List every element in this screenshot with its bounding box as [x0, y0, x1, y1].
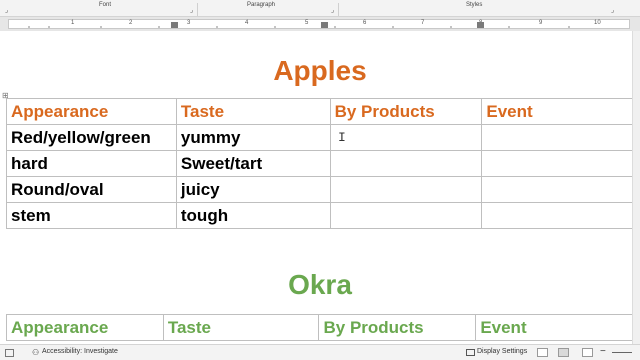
table-cell[interactable] [481, 124, 633, 151]
print-layout-view-icon[interactable] [558, 348, 569, 357]
header-by-products[interactable]: By Products [329, 98, 483, 125]
ribbon-group-labels: ⌟ Font ⌟ Paragraph ⌟ Styles ⌟ [0, 0, 640, 17]
proofing-icon[interactable] [5, 349, 14, 357]
header-event[interactable]: Event [475, 314, 633, 341]
vertical-scrollbar[interactable] [632, 31, 640, 344]
table-cell[interactable]: Round/oval [6, 176, 177, 203]
styles-dialog-launcher-icon[interactable]: ⌟ [609, 7, 616, 14]
header-appearance[interactable]: Appearance [6, 314, 164, 341]
horizontal-ruler-area: 1 2 3 4 5 6 7 8 9 10 [0, 17, 640, 31]
text-cursor-icon: I [338, 130, 346, 145]
zoom-slider[interactable] [612, 352, 632, 353]
table-cell[interactable] [329, 124, 483, 151]
column-marker-icon[interactable] [321, 22, 328, 28]
zoom-out-icon[interactable]: − [600, 346, 606, 357]
horizontal-ruler[interactable]: 1 2 3 4 5 6 7 8 9 10 [8, 19, 630, 29]
table-header-row: Appearance Taste By Products Event [6, 314, 633, 341]
ribbon-separator [338, 3, 339, 16]
apples-table[interactable]: Appearance Taste By Products Event Red/y… [6, 98, 633, 229]
dialog-launcher-icon[interactable]: ⌟ [3, 7, 10, 14]
table-row: stem tough [6, 202, 633, 229]
status-bar: ⚇ Accessibility: Investigate Display Set… [0, 344, 640, 360]
document-page[interactable]: ⊞ Apples Appearance Taste By Products Ev… [0, 31, 640, 344]
table-cell[interactable] [329, 202, 483, 229]
display-settings-icon[interactable] [466, 349, 475, 356]
table-cell[interactable]: Sweet/tart [175, 150, 331, 177]
table-cell[interactable]: tough [175, 202, 331, 229]
ribbon-group-styles: Styles [466, 2, 483, 8]
table-row: Red/yellow/green yummy [6, 124, 633, 151]
okra-table[interactable]: Appearance Taste By Products Event [6, 314, 633, 341]
table-row: hard Sweet/tart [6, 150, 633, 177]
ribbon-group-font: Font [99, 2, 112, 8]
table-cell[interactable]: yummy [175, 124, 331, 151]
table-cell[interactable] [481, 176, 633, 203]
table-cell[interactable] [329, 176, 483, 203]
table-cell[interactable]: Red/yellow/green [6, 124, 177, 151]
paragraph-dialog-launcher-icon[interactable]: ⌟ [329, 7, 336, 14]
apples-heading: Apples [273, 55, 367, 86]
table-cell[interactable] [481, 202, 633, 229]
table-cell[interactable]: hard [6, 150, 177, 177]
ribbon-separator [197, 3, 198, 16]
table-cell[interactable]: juicy [175, 176, 331, 203]
accessibility-icon[interactable]: ⚇ [32, 348, 39, 357]
header-event[interactable]: Event [481, 98, 633, 125]
read-mode-view-icon[interactable] [537, 348, 548, 357]
table-cell[interactable]: stem [6, 202, 177, 229]
table-row: Round/oval juicy [6, 176, 633, 203]
header-by-products[interactable]: By Products [318, 314, 477, 341]
ribbon-group-paragraph: Paragraph [247, 2, 276, 8]
table-cell[interactable] [329, 150, 483, 177]
okra-heading: Okra [288, 269, 352, 300]
ruler-ticks [28, 22, 570, 28]
accessibility-status[interactable]: Accessibility: Investigate [42, 348, 118, 355]
web-layout-view-icon[interactable] [582, 348, 593, 357]
display-settings-button[interactable]: Display Settings [477, 348, 527, 355]
table-cell[interactable] [481, 150, 633, 177]
column-marker-icon[interactable] [477, 22, 484, 28]
header-appearance[interactable]: Appearance [6, 98, 177, 125]
header-taste[interactable]: Taste [162, 314, 320, 341]
header-taste[interactable]: Taste [175, 98, 331, 125]
table-header-row: Appearance Taste By Products Event [6, 98, 633, 125]
column-marker-icon[interactable] [171, 22, 178, 28]
font-dialog-launcher-icon[interactable]: ⌟ [188, 7, 195, 14]
